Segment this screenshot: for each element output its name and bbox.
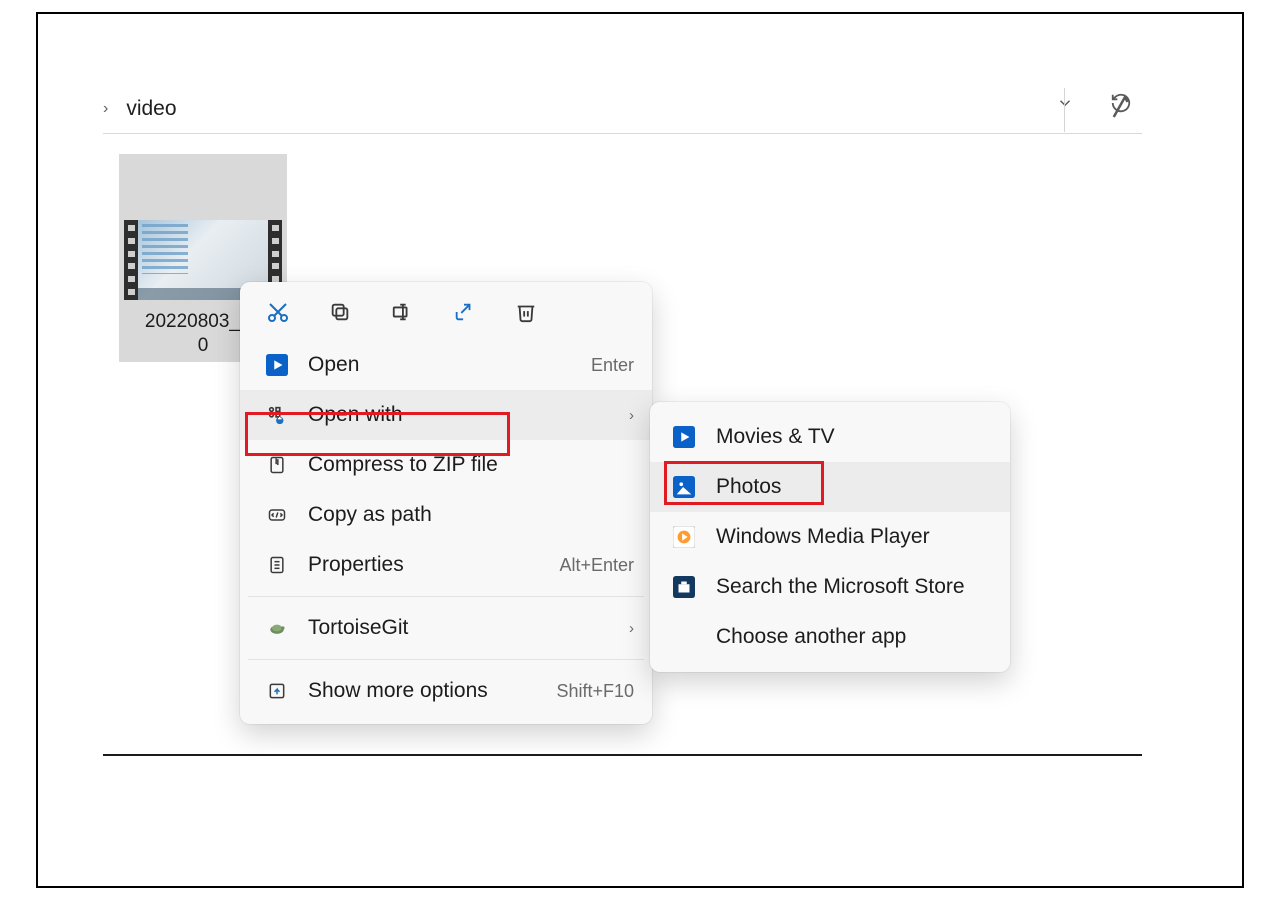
cut-icon[interactable] [266,300,290,324]
menu-item-properties[interactable]: Properties Alt+Enter [240,540,652,590]
content-divider [103,754,1142,756]
toolbar-separator [1064,88,1065,132]
menu-item-open-with[interactable]: Open with › [240,390,652,440]
share-icon[interactable] [452,300,476,324]
photos-icon [672,475,696,499]
store-icon [672,575,696,599]
submenu-item-store[interactable]: Search the Microsoft Store [650,562,1010,612]
menu-separator [248,596,644,597]
copy-icon[interactable] [328,300,352,324]
delete-icon[interactable] [514,300,538,324]
play-icon [264,354,290,376]
partial-toolbar-icon [1108,92,1134,122]
wmp-icon [672,525,696,549]
submenu-arrow-icon: › [629,620,634,637]
submenu-arrow-icon: › [629,407,634,424]
open-with-submenu: Movies & TV Photos Windows Media Player … [650,402,1010,672]
copy-path-icon [264,504,290,526]
zip-icon [264,454,290,476]
menu-separator [248,659,644,660]
tortoisegit-icon [264,617,290,639]
context-menu: Open Enter Open with › Compress to ZIP f… [240,282,652,724]
address-bar: › video [103,84,1142,134]
submenu-item-movies-tv[interactable]: Movies & TV [650,412,1010,462]
submenu-item-wmp[interactable]: Windows Media Player [650,512,1010,562]
submenu-item-choose-app[interactable]: Choose another app [650,612,1010,662]
blank-icon [672,625,696,649]
menu-item-open[interactable]: Open Enter [240,340,652,390]
breadcrumb-chevron-icon: › [103,100,108,118]
rename-icon[interactable] [390,300,414,324]
more-options-icon [264,680,290,702]
menu-item-more-options[interactable]: Show more options Shift+F10 [240,666,652,716]
window-frame: › video 20220803_140 [36,12,1244,888]
breadcrumb-folder[interactable]: video [126,97,176,121]
menu-item-copy-path[interactable]: Copy as path [240,490,652,540]
filmstrip-left-icon [124,220,138,300]
open-with-icon [264,404,290,426]
properties-icon [264,554,290,576]
movies-tv-icon [672,425,696,449]
submenu-item-photos[interactable]: Photos [650,462,1010,512]
menu-item-compress[interactable]: Compress to ZIP file [240,440,652,490]
context-menu-quick-actions [240,290,652,340]
menu-item-tortoisegit[interactable]: TortoiseGit › [240,603,652,653]
address-dropdown-icon[interactable] [1056,94,1074,117]
